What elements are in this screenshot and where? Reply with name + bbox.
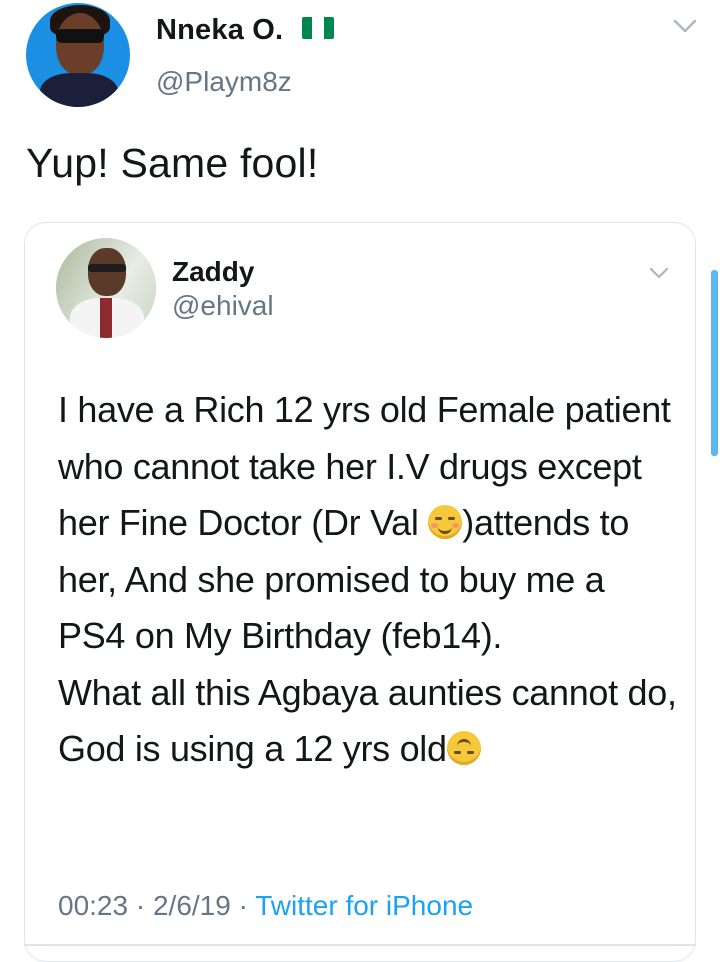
tweet-source-link[interactable]: Twitter for iPhone <box>255 890 473 921</box>
chevron-down-icon[interactable] <box>672 16 698 36</box>
quoted-author-avatar[interactable] <box>56 238 156 338</box>
author-name-text: Nneka O. <box>156 14 284 46</box>
tweet-date[interactable]: 2/6/19 <box>153 890 231 921</box>
separator: · <box>135 890 146 921</box>
quoted-tweet-text: I have a Rich 12 yrs old Female patient … <box>58 382 678 778</box>
separator: · <box>238 890 248 921</box>
avatar-face <box>56 13 104 75</box>
upside-down-face-icon <box>446 731 481 765</box>
chevron-down-icon[interactable] <box>648 264 670 282</box>
avatar-tie <box>100 298 112 338</box>
quoted-author-name[interactable]: Zaddy <box>172 256 254 288</box>
quoted-text-part-c: What all this Agbaya aunties cannot do, … <box>58 671 677 770</box>
avatar-glasses <box>88 264 126 272</box>
scrollbar[interactable] <box>711 270 718 456</box>
quoted-author-handle[interactable]: @ehival <box>172 290 274 322</box>
smiling-face-with-blush-icon <box>428 505 463 539</box>
tweet-text: Yup! Same fool! <box>26 140 319 186</box>
quoted-paragraph-2: What all this Agbaya aunties cannot do, … <box>58 665 678 778</box>
avatar-face <box>88 248 126 296</box>
tweet-time[interactable]: 00:23 <box>58 890 128 921</box>
author-handle[interactable]: @Playm8z <box>156 66 292 98</box>
avatar-sunglasses <box>56 29 104 43</box>
avatar-body <box>40 73 118 107</box>
nigeria-flag-icon <box>301 17 334 40</box>
quoted-paragraph-1: I have a Rich 12 yrs old Female patient … <box>58 382 678 665</box>
author-name[interactable]: Nneka O. <box>156 14 334 47</box>
author-avatar[interactable] <box>26 3 130 107</box>
tweet-metadata: 00:23 · 2/6/19 · Twitter for iPhone <box>58 890 473 922</box>
